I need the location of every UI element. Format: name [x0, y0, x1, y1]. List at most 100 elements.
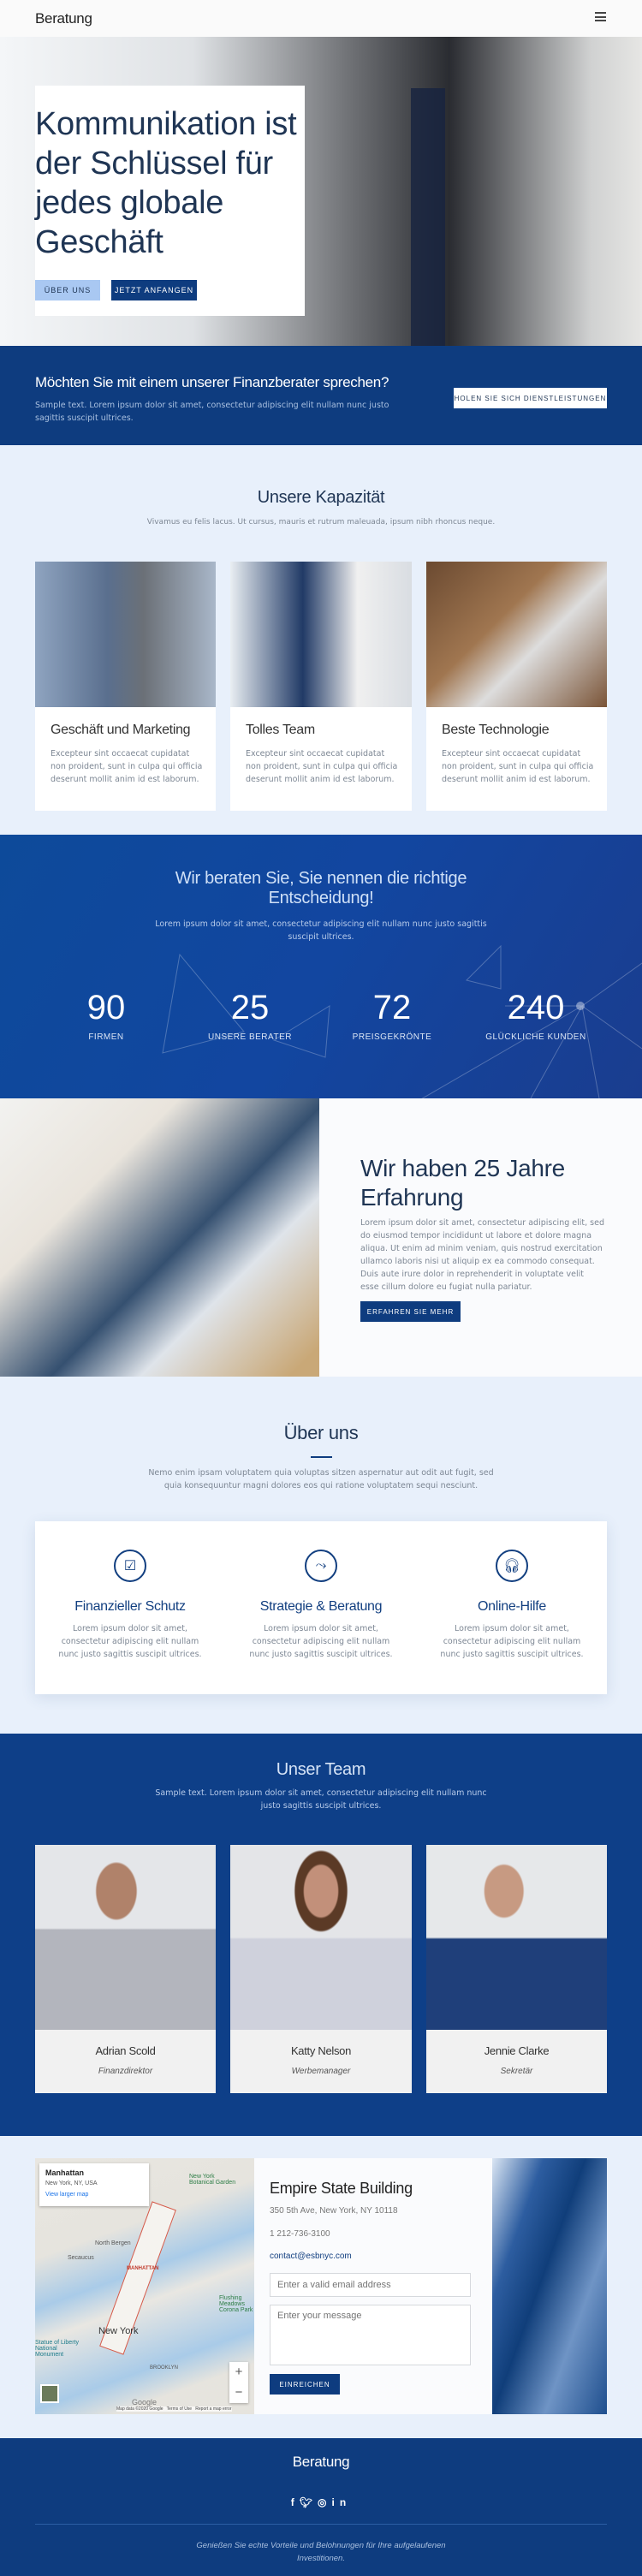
feature-text: Lorem ipsum dolor sit amet, consectetur …: [249, 1624, 393, 1659]
twitter-icon[interactable]: 🐦︎: [300, 2496, 318, 2508]
card-text: Excepteur sint occaecat cupidatat non pr…: [442, 749, 594, 784]
hero-card: Kommunikation ist der Schlüssel für jede…: [35, 86, 305, 316]
map-label: New York: [98, 2326, 139, 2336]
stats-text: Lorem ipsum dolor sit amet, consectetur …: [155, 919, 487, 942]
message-textarea[interactable]: [270, 2305, 471, 2365]
footer-logo: Beratung: [292, 2454, 350, 2470]
map-label: New York Botanical Garden: [189, 2174, 236, 2186]
hero-title-line: Geschäft: [35, 224, 163, 260]
facebook-icon[interactable]: f: [291, 2496, 300, 2508]
zoom-in-button[interactable]: +: [229, 2362, 248, 2383]
map-zoom-controls: + −: [229, 2362, 248, 2403]
business-man-image: [35, 562, 216, 707]
team-text: Sample text. Lorem ipsum dolor sit amet,…: [155, 1788, 487, 1811]
hero-title-line: jedes globale: [35, 185, 224, 221]
footer-divider: [35, 2524, 607, 2525]
map-label: Secaucus: [68, 2255, 94, 2261]
about-text: Nemo enim ipsam voluptatem quia voluptas…: [148, 1468, 494, 1490]
feature-text: Lorem ipsum dolor sit amet, consectetur …: [440, 1624, 584, 1659]
stat-customers: 240 Glückliche Kunden: [476, 989, 596, 1042]
google-map[interactable]: Manhattan New York, NY, USA View larger …: [35, 2158, 254, 2414]
contact-title: Empire State Building: [270, 2180, 413, 2197]
get-started-button[interactable]: Jetzt anfangen: [111, 280, 197, 300]
stats-title: Wir beraten Sie, Sie nennen die richtige…: [175, 869, 467, 907]
hero-section: Kommunikation ist der Schlüssel für jede…: [0, 37, 642, 346]
team-member-card: Jennie Clarke Sekretär: [426, 1845, 607, 2093]
member-role: Sekretär: [500, 2067, 533, 2076]
team-member-card: Adrian Scold Finanzdirektor: [35, 1845, 216, 2093]
member-name: Jennie Clarke: [484, 2044, 550, 2057]
google-logo: Google: [132, 2398, 158, 2406]
feature-title: Online-Hilfe: [478, 1599, 546, 1614]
stat-awards: 72 Preisgekrönte: [341, 989, 443, 1042]
hero-title-line: Kommunikation ist: [35, 106, 297, 142]
map-place: Manhattan: [45, 2168, 84, 2177]
card-title: Geschäft und Marketing: [51, 723, 191, 737]
headset-icon: 🎧︎: [496, 1550, 528, 1582]
hero-image-tie: [411, 88, 445, 346]
get-services-button[interactable]: Holen Sie sich Dienstleistungen: [454, 388, 607, 408]
team-member-card: Katty Nelson Werbemanager: [230, 1845, 412, 2093]
features-card: ☑ Finanzieller Schutz Lorem ipsum dolor …: [35, 1521, 607, 1694]
member-name: Katty Nelson: [290, 2044, 352, 2057]
team-meeting-image: [0, 1098, 319, 1377]
view-larger-map-link[interactable]: View larger map: [45, 2192, 143, 2198]
experience-title: Wir haben 25 Jahre Erfahrung: [360, 1155, 565, 1211]
card-text: Excepteur sint occaecat cupidatat non pr…: [246, 749, 398, 784]
feature-title: Strategie & Beratung: [259, 1599, 383, 1614]
footer-text: Genießen Sie echte Vorteile und Belohnun…: [196, 2541, 446, 2563]
map-label: Statue of Liberty National Monument: [35, 2340, 79, 2358]
linkedin-icon[interactable]: in: [332, 2496, 352, 2508]
member-role: Werbemanager: [291, 2067, 351, 2076]
card-title: Tolles Team: [246, 723, 315, 737]
feature-text: Lorem ipsum dolor sit amet, consectetur …: [58, 1624, 202, 1659]
site-header: Beratung: [0, 0, 642, 37]
team-section: Unser Team Sample text. Lorem ipsum dolo…: [0, 1734, 642, 2136]
map-label: MANHATTAN: [127, 2266, 159, 2271]
section-title: Über uns: [283, 1422, 359, 1443]
contact-email-link[interactable]: contact@esbnyc.com: [270, 2252, 352, 2261]
member-photo: [230, 1845, 412, 2030]
stat-value: 240: [507, 989, 565, 1026]
section-title: Unsere Kapazität: [257, 488, 385, 507]
stat-advisors: 25 Unsere Berater: [199, 989, 301, 1042]
feature-title: Finanzieller Schutz: [74, 1599, 186, 1614]
checklist-icon: ☑: [114, 1550, 146, 1582]
skyscraper-image: [492, 2158, 607, 2414]
stat-value: 72: [372, 989, 412, 1026]
hero-title-line: der Schlüssel für: [35, 146, 273, 181]
contact-panel: Empire State Building 350 5th Ave, New Y…: [254, 2158, 492, 2414]
title-divider: [311, 1456, 332, 1458]
zoom-out-button[interactable]: −: [229, 2383, 248, 2403]
stat-label: Preisgekrönte: [352, 1032, 432, 1042]
map-label: North Bergen: [95, 2240, 131, 2246]
hero-title: Kommunikation ist der Schlüssel für jede…: [35, 104, 297, 262]
contact-phone: 1 212-736-3100: [270, 2229, 330, 2239]
about-us-button[interactable]: Über uns: [35, 280, 100, 300]
contact-section: Manhattan New York, NY, USA View larger …: [0, 2136, 642, 2438]
stat-firms: 90 Firmen: [55, 989, 158, 1042]
team-image: [230, 562, 412, 707]
social-links: f🐦︎◎in: [0, 2496, 642, 2508]
map-attribution: Map data ©2020 Google: [116, 2406, 163, 2412]
logo[interactable]: Beratung: [35, 10, 92, 27]
learn-more-button[interactable]: Erfahren Sie mehr: [360, 1301, 461, 1322]
member-photo: [35, 1845, 216, 2030]
member-role: Finanzdirektor: [98, 2067, 153, 2076]
experience-text: Lorem ipsum dolor sit amet, consectetur …: [360, 1218, 604, 1292]
hamburger-icon[interactable]: [595, 12, 606, 21]
instagram-icon[interactable]: ◎: [318, 2496, 331, 2508]
contact-address: 350 5th Ave, New York, NY 10118: [270, 2206, 398, 2216]
stats-section: Wir beraten Sie, Sie nennen die richtige…: [0, 835, 642, 1098]
map-terms-link[interactable]: Terms of Use: [167, 2406, 192, 2412]
site-footer: Beratung f🐦︎◎in Genießen Sie echte Vorte…: [0, 2438, 642, 2576]
stat-value: 25: [230, 989, 270, 1026]
map-address: New York, NY, USA: [45, 2180, 98, 2186]
email-input[interactable]: [270, 2273, 471, 2297]
map-report-link[interactable]: Report a map error: [195, 2406, 231, 2412]
submit-button[interactable]: Einreichen: [270, 2374, 340, 2395]
satellite-toggle[interactable]: [40, 2384, 59, 2403]
strategy-icon: ⤳: [305, 1550, 337, 1582]
section-subtitle: Vivamus eu felis lacus. Ut cursus, mauri…: [146, 518, 496, 527]
capacity-card: Geschäft und Marketing Excepteur sint oc…: [35, 562, 216, 811]
